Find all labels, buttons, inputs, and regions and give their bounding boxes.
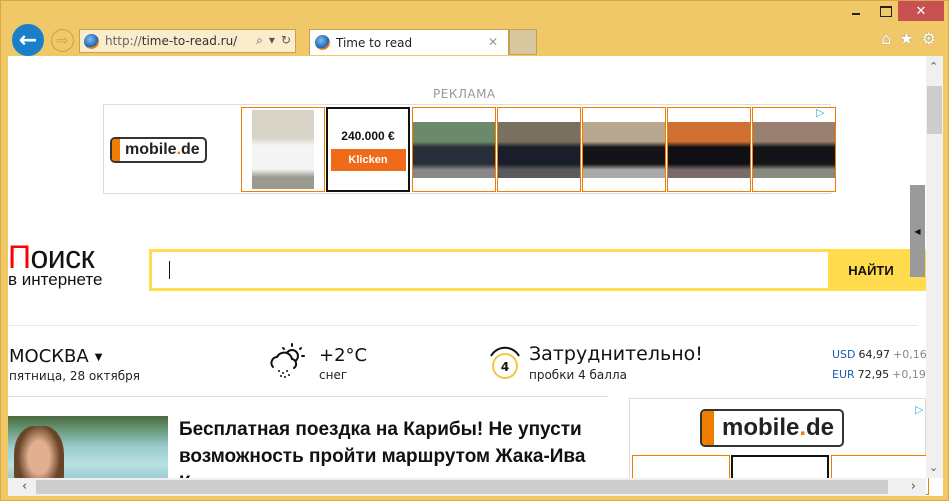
scroll-down-icon[interactable]: ⌄ xyxy=(929,461,938,474)
traffic-level-number: 4 xyxy=(501,360,509,374)
adchoices-icon[interactable]: ▷ xyxy=(816,106,828,119)
traffic-level-icon[interactable]: 4 xyxy=(489,346,521,380)
tab-time-to-read[interactable]: Time to read ✕ xyxy=(309,29,509,55)
mobile-de-logo[interactable]: mobile. de xyxy=(700,409,845,447)
forward-arrow-icon: ⇨ xyxy=(56,32,69,49)
dropdown-icon[interactable]: ▾ xyxy=(269,33,275,48)
car-image xyxy=(413,122,495,178)
site-logo[interactable]: Поиск в интернете xyxy=(8,241,102,288)
vertical-scroll-thumb[interactable] xyxy=(927,86,942,134)
city-name: МОСКВА xyxy=(9,346,89,367)
rate-row-eur[interactable]: EUR 72,95 +0,19 xyxy=(832,365,927,385)
search-form: НАЙТИ xyxy=(149,249,929,291)
settings-gear-icon[interactable]: ⚙ xyxy=(922,29,936,48)
traffic-title[interactable]: Затруднительно! xyxy=(529,343,703,365)
rate-code: EUR xyxy=(832,368,855,381)
rate-code: USD xyxy=(832,348,856,361)
scroll-up-icon[interactable]: ⌃ xyxy=(929,60,938,73)
home-icon[interactable]: ⌂ xyxy=(881,29,891,48)
back-arrow-icon: ← xyxy=(18,27,38,53)
url-protocol: http:// xyxy=(105,34,142,48)
side-panel-toggle[interactable]: ◀ xyxy=(910,185,925,277)
search-input[interactable] xyxy=(152,252,828,288)
current-date: пятница, 28 октября xyxy=(9,369,140,383)
brand-name: mobile xyxy=(125,141,177,158)
collapse-left-icon: ◀ xyxy=(914,226,921,236)
tab-close-icon[interactable]: ✕ xyxy=(488,35,498,49)
rate-change: +0,19 xyxy=(892,368,926,381)
scroll-right-icon[interactable]: › xyxy=(911,479,916,494)
back-button[interactable]: ← xyxy=(10,22,46,58)
maximize-button[interactable] xyxy=(871,1,901,21)
currency-rates[interactable]: USD 64,97 +0,16 EUR 72,95 +0,19 xyxy=(832,345,927,385)
browser-window: ✕ ← ⇨ http:// time-to-read.ru/ ⌕ ▾ ↻ Tim… xyxy=(0,0,949,501)
address-bar[interactable]: http:// time-to-read.ru/ ⌕ ▾ ↻ xyxy=(79,29,296,53)
brand-tld: de xyxy=(806,414,835,441)
brand-tld: de xyxy=(181,141,200,158)
ad-tile-car[interactable] xyxy=(241,107,325,192)
mobile-de-logo[interactable]: mobile. de xyxy=(110,137,207,163)
ad-tile-car[interactable] xyxy=(582,107,666,192)
rate-value: 64,97 xyxy=(858,348,891,361)
city-selector[interactable]: МОСКВА ▼ xyxy=(9,346,102,367)
klicken-button[interactable]: Klicken xyxy=(330,149,406,171)
snow-cloud-sun-icon[interactable] xyxy=(265,341,309,381)
brand-name: mobile xyxy=(722,414,800,441)
refresh-icon[interactable]: ↻ xyxy=(281,33,291,48)
text-caret xyxy=(169,261,170,279)
chevron-down-icon: ▼ xyxy=(94,351,103,363)
favorites-star-icon[interactable]: ★ xyxy=(899,29,913,48)
ad-label: РЕКЛАМА xyxy=(433,87,496,101)
car-image xyxy=(498,122,580,178)
forward-button[interactable]: ⇨ xyxy=(51,29,74,52)
new-tab-button[interactable] xyxy=(509,29,537,55)
page-viewport: РЕКЛАМА mobile. de 240.000 € Klicken ▷ По… xyxy=(8,56,943,496)
ad-price-tile[interactable]: 240.000 € Klicken xyxy=(326,107,410,192)
weather-condition: снег xyxy=(319,368,348,382)
horizontal-scroll-thumb[interactable] xyxy=(36,480,888,494)
news-image[interactable] xyxy=(8,416,168,486)
url-host: time-to-read.ru/ xyxy=(141,34,238,48)
scroll-left-icon[interactable]: ‹ xyxy=(22,479,27,494)
car-image xyxy=(668,122,750,178)
minimize-button[interactable] xyxy=(841,1,871,21)
traffic-subtitle: пробки 4 балла xyxy=(529,368,627,382)
ad-tile-car[interactable] xyxy=(497,107,581,192)
brand-dot: . xyxy=(799,414,807,441)
close-window-button[interactable]: ✕ xyxy=(898,1,944,21)
rate-row-usd[interactable]: USD 64,97 +0,16 xyxy=(832,345,927,365)
tab-favicon-icon xyxy=(315,35,330,50)
ad-tile-car[interactable] xyxy=(667,107,751,192)
ad-tile-car[interactable] xyxy=(752,107,836,192)
tab-title: Time to read xyxy=(336,35,413,50)
rate-change: +0,16 xyxy=(893,348,927,361)
horizontal-scrollbar[interactable]: ‹ › xyxy=(8,478,926,496)
ad-banner[interactable]: mobile. de 240.000 € Klicken ▷ xyxy=(103,104,836,194)
ad-tile-car[interactable] xyxy=(412,107,496,192)
site-favicon-icon xyxy=(84,33,99,49)
ad-price: 240.000 € xyxy=(341,129,395,143)
car-image xyxy=(252,110,314,189)
rate-value: 72,95 xyxy=(857,368,890,381)
divider xyxy=(8,396,608,397)
vertical-scrollbar[interactable]: ⌃ ⌄ xyxy=(926,56,943,478)
divider xyxy=(8,325,918,326)
temperature[interactable]: +2°C xyxy=(319,345,367,366)
car-image xyxy=(753,122,835,178)
search-icon[interactable]: ⌕ xyxy=(256,33,263,48)
car-image xyxy=(583,122,665,178)
logo-subtitle: в интернете xyxy=(8,270,103,289)
